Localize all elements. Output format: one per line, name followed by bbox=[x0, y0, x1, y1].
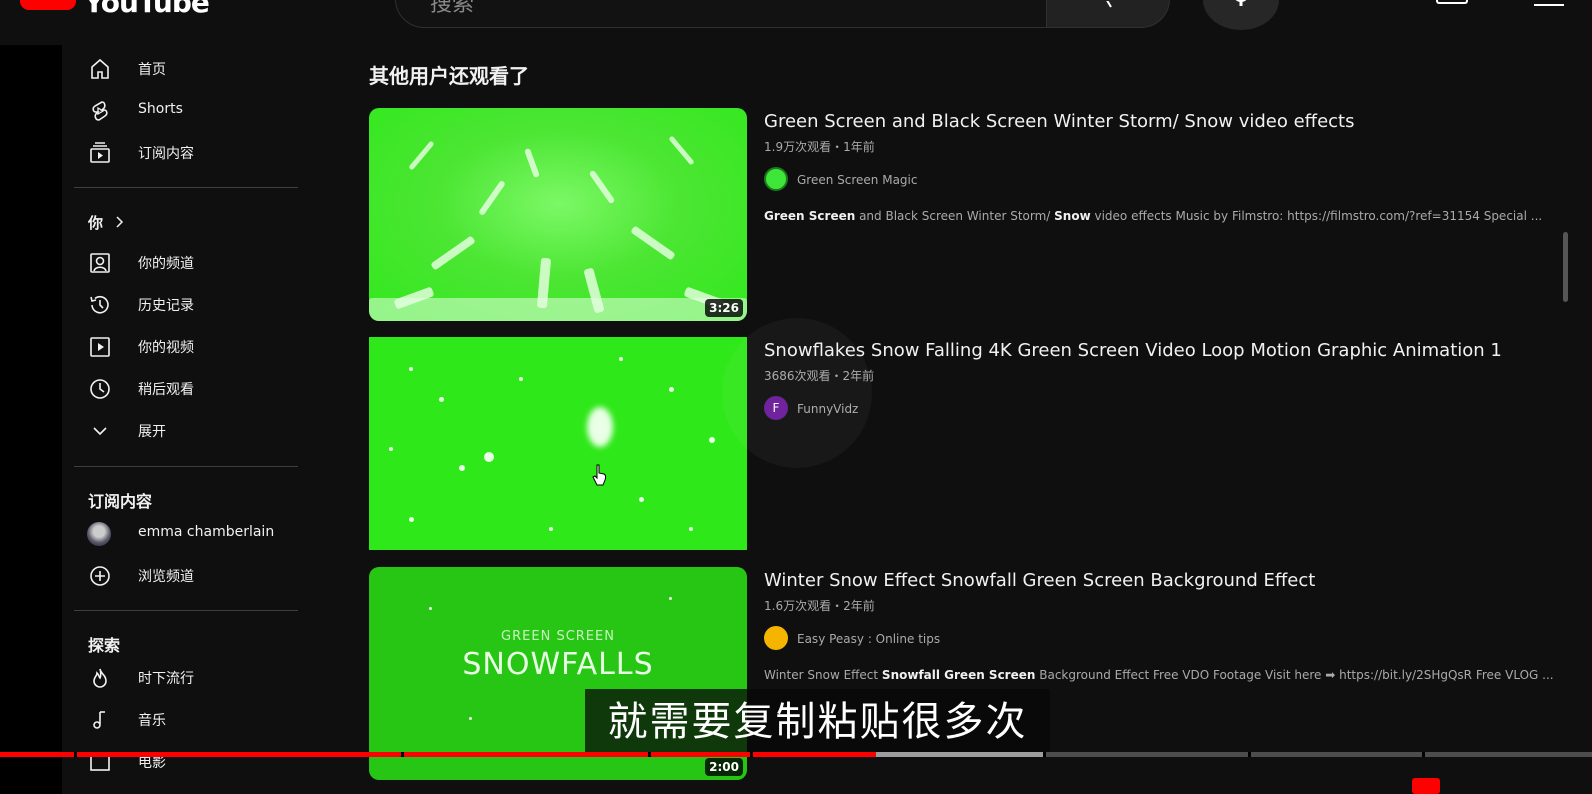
sidebar-item-label: 稍后观看 bbox=[138, 382, 194, 398]
sidebar: 首页 Shorts 订阅内容 你 你的频道 历史记录 你的视频 稍后观看 展开 … bbox=[62, 45, 302, 794]
add-circle-icon bbox=[90, 566, 110, 586]
section-title-explore: 探索 bbox=[88, 636, 121, 655]
sidebar-item-label: 你的视频 bbox=[138, 340, 194, 356]
chapter-gap bbox=[1422, 752, 1425, 757]
sidebar-item-label: emma chamberlain bbox=[138, 524, 275, 540]
your-channel-icon bbox=[90, 253, 110, 273]
section-title-also-watched: 其他用户还观看了 bbox=[369, 64, 529, 88]
shorts-icon bbox=[92, 101, 108, 121]
youtube-logo-text[interactable]: YouTube bbox=[84, 0, 210, 19]
sidebar-item-label: 首页 bbox=[138, 62, 166, 78]
sidebar-divider bbox=[74, 466, 298, 467]
play-pause-indicator bbox=[722, 318, 872, 468]
history-icon bbox=[90, 295, 109, 314]
trending-icon bbox=[93, 668, 107, 688]
video-thumbnail[interactable] bbox=[369, 337, 747, 550]
video-title[interactable]: Green Screen and Black Screen Winter Sto… bbox=[764, 111, 1354, 132]
video-duration-badge: 2:00 bbox=[705, 758, 743, 776]
masthead: YouTube 搜索 bbox=[0, 0, 1592, 45]
video-title[interactable]: Winter Snow Effect Snowfall Green Screen… bbox=[764, 570, 1315, 591]
music-icon bbox=[93, 711, 105, 729]
sidebar-item-your-videos[interactable]: 你的视频 bbox=[62, 327, 298, 367]
progress-played bbox=[0, 752, 876, 757]
search-placeholder: 搜索 bbox=[430, 0, 475, 17]
video-description: Green Screen and Black Screen Winter Sto… bbox=[764, 209, 1543, 223]
video-description: Winter Snow Effect Snowfall Green Screen… bbox=[764, 668, 1554, 682]
sidebar-item-label: 浏览频道 bbox=[138, 569, 194, 585]
hand-cursor-icon bbox=[592, 464, 607, 486]
thumbnail-caption-small: GREEN SCREEN bbox=[501, 629, 615, 644]
sidebar-item-browse-channels[interactable]: 浏览频道 bbox=[62, 556, 298, 596]
mini-guide-strip bbox=[0, 45, 62, 794]
youtube-logo-icon[interactable] bbox=[20, 0, 76, 10]
sidebar-item-label: 历史记录 bbox=[138, 298, 194, 314]
chapter-gap bbox=[401, 752, 404, 757]
sidebar-item-music[interactable]: 音乐 bbox=[62, 700, 298, 740]
video-item[interactable]: 3:26 Green Screen and Black Screen Winte… bbox=[369, 108, 1569, 322]
sidebar-item-your-channel[interactable]: 你的频道 bbox=[62, 243, 298, 283]
sidebar-item-trending[interactable]: 时下流行 bbox=[62, 658, 298, 698]
sidebar-item-label: 订阅内容 bbox=[138, 146, 194, 162]
video-subtitle: 就需要复制粘贴很多次 bbox=[585, 689, 1050, 755]
sidebar-item-home[interactable]: 首页 bbox=[62, 49, 298, 89]
chapter-gap bbox=[1248, 752, 1251, 757]
voice-search-button[interactable] bbox=[1203, 0, 1279, 30]
channel-name[interactable]: Easy Peasy : Online tips bbox=[797, 632, 940, 646]
section-title-subscriptions: 订阅内容 bbox=[88, 492, 153, 511]
sidebar-item-label: Shorts bbox=[138, 101, 183, 117]
chapter-gap bbox=[1043, 752, 1046, 757]
microphone-icon bbox=[1235, 0, 1247, 6]
search-input[interactable] bbox=[395, 0, 1047, 28]
channel-avatar[interactable] bbox=[764, 167, 788, 191]
sidebar-item-expand[interactable]: 展开 bbox=[62, 411, 298, 451]
sidebar-divider bbox=[74, 187, 298, 188]
video-duration-badge: 3:26 bbox=[705, 299, 743, 317]
thumbnail-caption-big: SNOWFALLS bbox=[462, 647, 654, 682]
your-videos-icon bbox=[90, 337, 110, 357]
sidebar-item-label: 你的频道 bbox=[138, 256, 194, 272]
video-thumbnail[interactable]: 3:26 bbox=[369, 108, 747, 321]
sidebar-item-label: 展开 bbox=[138, 424, 166, 440]
video-item[interactable]: Snowflakes Snow Falling 4K Green Screen … bbox=[369, 337, 1569, 551]
sidebar-item-subscriptions[interactable]: 订阅内容 bbox=[62, 133, 298, 173]
chapter-gap bbox=[750, 752, 753, 757]
home-icon bbox=[91, 58, 109, 79]
chevron-down-icon bbox=[93, 427, 107, 436]
video-progress-bar[interactable] bbox=[0, 752, 1592, 757]
sidebar-item-label: 音乐 bbox=[138, 713, 166, 729]
sidebar-item-emma-chamberlain[interactable]: emma chamberlain bbox=[62, 514, 298, 554]
channel-name[interactable]: Green Screen Magic bbox=[797, 173, 917, 187]
chevron-right-icon bbox=[116, 216, 124, 228]
channel-avatar[interactable] bbox=[764, 626, 788, 650]
section-title-you: 你 bbox=[88, 214, 104, 232]
sidebar-item-watch-later[interactable]: 稍后观看 bbox=[62, 369, 298, 409]
channel-avatar bbox=[87, 522, 111, 546]
sidebar-divider bbox=[74, 610, 298, 611]
video-meta: 1.6万次观看・2年前 bbox=[764, 599, 875, 613]
youtube-red-button-icon[interactable] bbox=[1412, 778, 1440, 794]
subscriptions-icon bbox=[90, 142, 110, 163]
sidebar-item-history[interactable]: 历史记录 bbox=[62, 285, 298, 325]
sidebar-item-shorts[interactable]: Shorts bbox=[62, 91, 298, 131]
notifications-bell-icon[interactable] bbox=[1534, 0, 1564, 6]
video-meta: 1.9万次观看・1年前 bbox=[764, 140, 875, 154]
sidebar-item-label: 时下流行 bbox=[138, 671, 194, 687]
chapter-gap bbox=[74, 752, 77, 757]
sidebar-section-you[interactable]: 你 bbox=[62, 202, 298, 242]
video-title[interactable]: Snowflakes Snow Falling 4K Green Screen … bbox=[764, 340, 1502, 361]
search-icon bbox=[1106, 1, 1112, 8]
sidebar-item-movies[interactable]: 电影 bbox=[62, 742, 298, 782]
watch-later-icon bbox=[90, 379, 110, 399]
page-scrollbar[interactable] bbox=[1563, 232, 1568, 302]
create-icon[interactable] bbox=[1436, 0, 1468, 4]
chapter-gap bbox=[648, 752, 651, 757]
search-button[interactable] bbox=[1046, 0, 1170, 28]
